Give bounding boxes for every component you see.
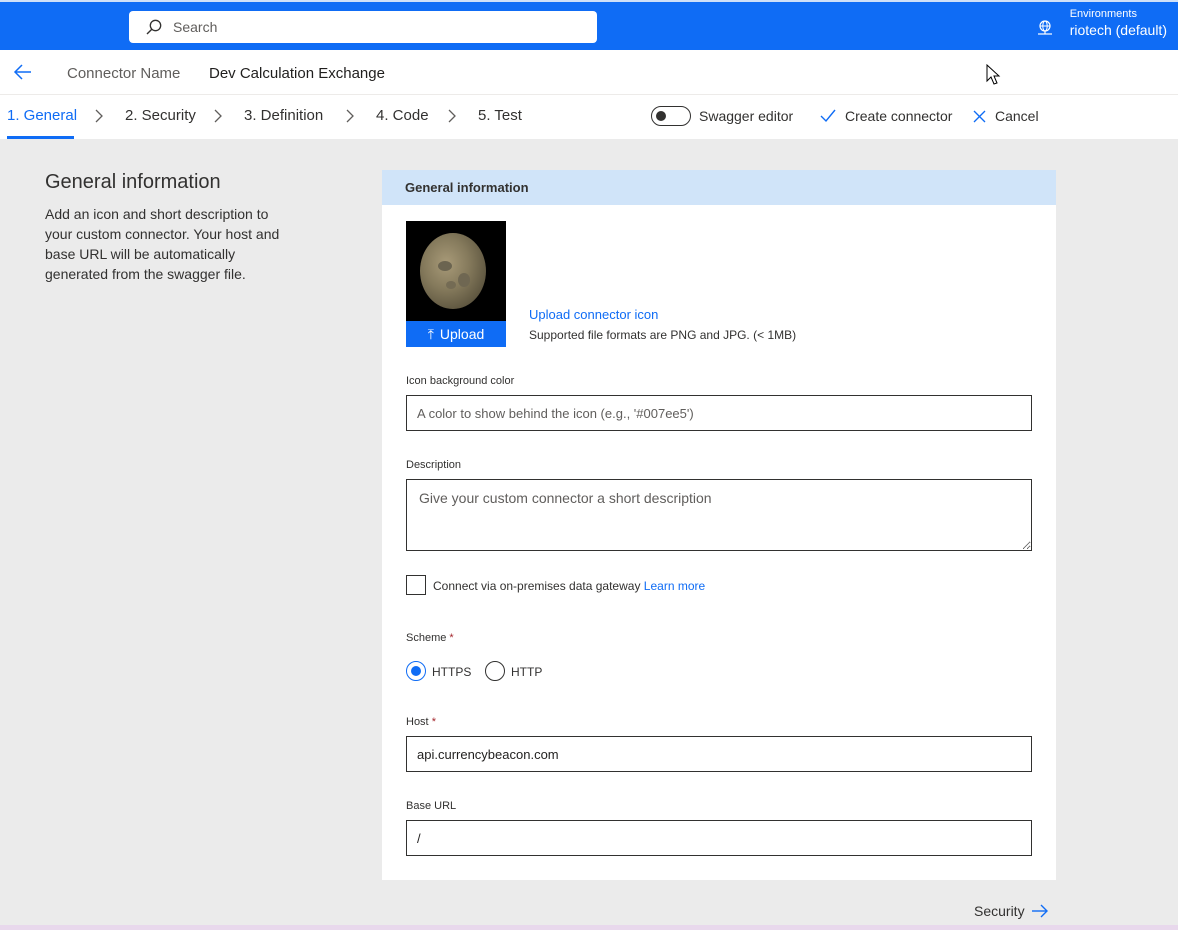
next-security-link[interactable]: Security [974, 903, 1049, 919]
create-connector-button[interactable]: Create connector [820, 108, 952, 124]
card-heading: General information [382, 170, 1056, 205]
required-marker: * [431, 716, 436, 728]
environment-label: Environments [1069, 8, 1137, 20]
tab-security[interactable]: 2. Security [125, 107, 196, 124]
search-box[interactable]: Search [129, 11, 597, 43]
connector-header: Connector Name Dev Calculation Exchange [0, 50, 1178, 95]
mouse-cursor-icon [986, 64, 1001, 85]
base-url-label: Base URL [406, 800, 457, 812]
side-title: General information [45, 171, 221, 193]
scheme-http-label: HTTP [511, 665, 543, 679]
search-placeholder: Search [173, 19, 218, 35]
environment-picker[interactable]: Environments riotech (default) [1070, 8, 1167, 39]
tab-code[interactable]: 4. Code [376, 107, 429, 124]
bottom-strip [0, 925, 1178, 930]
top-bar: Search Environments riotech (default) [0, 0, 1178, 50]
arrow-right-icon [1031, 904, 1048, 918]
wizard-tabs: 1. General 2. Security 3. Definition 4. … [0, 95, 1178, 139]
chevron-right-icon [95, 109, 103, 123]
main-content: General information Add an icon and shor… [0, 139, 1178, 930]
tab-definition[interactable]: 3. Definition [244, 107, 323, 124]
gateway-checkbox[interactable] [406, 575, 426, 595]
gateway-label-text: Connect via on-premises data gateway [433, 579, 641, 593]
required-marker: * [449, 632, 454, 644]
radio-dot [411, 666, 421, 676]
tab-test[interactable]: 5. Test [478, 107, 522, 124]
toggle-knob [656, 111, 666, 121]
host-label: Host * [406, 716, 436, 728]
search-icon [146, 19, 162, 35]
checkmark-icon [820, 109, 836, 123]
scheme-label: Scheme * [406, 632, 454, 644]
upload-button[interactable]: ⤒ Upload [406, 321, 506, 347]
moon-image [420, 233, 486, 309]
learn-more-link[interactable]: Learn more [644, 579, 705, 593]
host-label-text: Host [406, 716, 429, 728]
scheme-radio-http[interactable] [485, 661, 505, 681]
connector-name-label: Connector Name [67, 65, 181, 82]
connector-name-value[interactable]: Dev Calculation Exchange [209, 65, 385, 82]
host-input[interactable] [406, 736, 1032, 772]
create-connector-label: Create connector [845, 108, 953, 124]
next-security-label: Security [974, 903, 1025, 919]
close-icon [973, 110, 986, 122]
connector-icon-preview: ⤒ Upload [406, 221, 506, 347]
upload-button-label: Upload [439, 326, 485, 342]
cancel-button[interactable]: Cancel [973, 108, 1039, 124]
scheme-label-text: Scheme [406, 632, 447, 644]
swagger-editor-label[interactable]: Swagger editor [699, 108, 793, 124]
environment-value: riotech (default) [1069, 22, 1167, 38]
side-description: Add an icon and short description to you… [45, 206, 280, 282]
description-label: Description [406, 459, 462, 471]
base-url-input[interactable] [406, 820, 1032, 856]
environment-icon[interactable] [1036, 19, 1054, 37]
cancel-label: Cancel [995, 108, 1039, 124]
upload-arrow-icon: ⤒ [427, 325, 434, 342]
general-info-card: General information ⤒ Upload Upload conn… [382, 170, 1056, 880]
tab-general[interactable]: 1. General [7, 107, 77, 124]
scheme-https-label: HTTPS [432, 665, 472, 679]
upload-connector-icon-link[interactable]: Upload connector icon [529, 307, 658, 322]
chevron-right-icon [214, 109, 222, 123]
description-textarea[interactable] [406, 479, 1032, 551]
swagger-editor-toggle[interactable] [651, 106, 691, 126]
icon-bg-color-label: Icon background color [406, 375, 515, 387]
scheme-radio-https[interactable] [406, 661, 426, 681]
icon-bg-color-input[interactable] [406, 395, 1032, 431]
back-arrow-icon[interactable] [13, 62, 33, 82]
chevron-right-icon [346, 109, 354, 123]
upload-hint: Supported file formats are PNG and JPG. … [529, 328, 797, 342]
chevron-right-icon [448, 109, 456, 123]
gateway-checkbox-label: Connect via on-premises data gateway Lea… [433, 579, 705, 593]
